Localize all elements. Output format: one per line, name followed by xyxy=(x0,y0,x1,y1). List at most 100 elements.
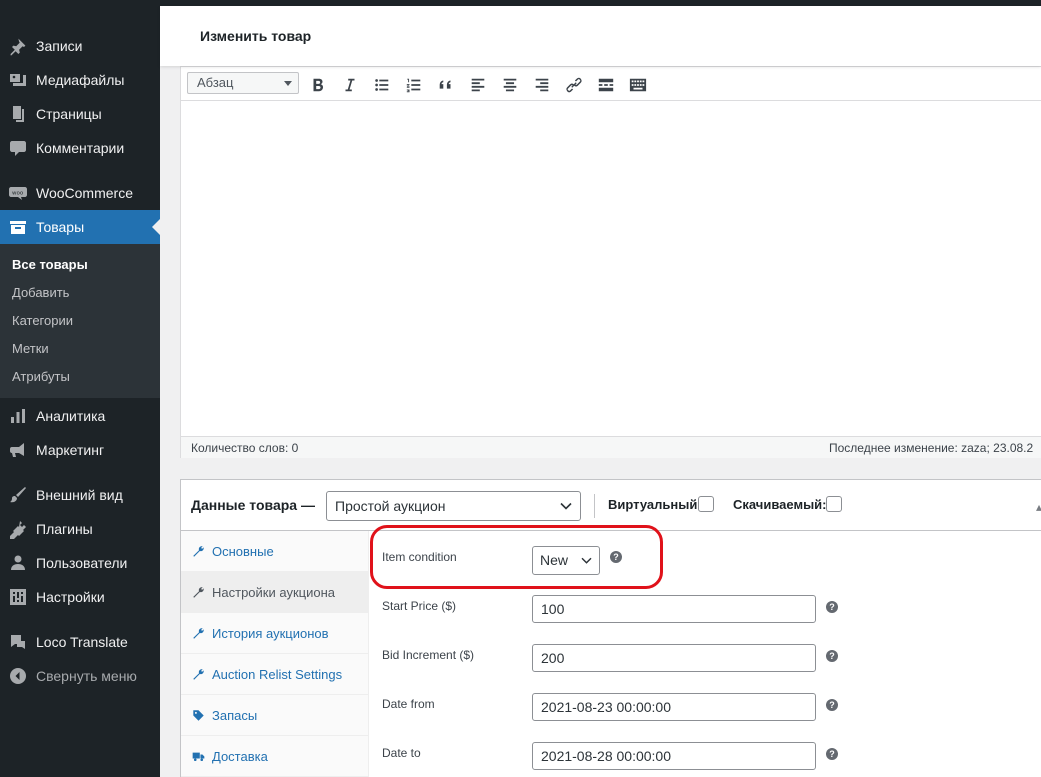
tag-icon xyxy=(192,709,212,722)
menu-item-pages[interactable]: Страницы xyxy=(0,97,160,131)
last-edited-info: Последнее изменение: zaza; 23.08.2 xyxy=(829,441,1034,455)
format-select[interactable]: Абзац xyxy=(187,72,299,94)
menu-label: Плагины xyxy=(36,521,93,537)
pages-icon xyxy=(0,104,36,124)
tab-general[interactable]: Основные xyxy=(181,531,369,572)
align-right-icon[interactable] xyxy=(530,73,554,97)
tab-auction-history[interactable]: История аукционов xyxy=(181,613,369,654)
menu-label: Свернуть меню xyxy=(36,668,137,684)
comments-icon xyxy=(0,138,36,158)
downloadable-label: Скачиваемый: xyxy=(733,497,827,512)
item-condition-select[interactable]: New xyxy=(532,546,600,575)
menu-label: Пользователи xyxy=(36,555,128,571)
admin-sidebar: Записи Медиафайлы Страницы Комментарии w… xyxy=(0,0,160,777)
menu-item-analytics[interactable]: Аналитика xyxy=(0,399,160,433)
italic-icon[interactable] xyxy=(338,73,362,97)
start-price-input[interactable]: 100 xyxy=(532,595,816,623)
bold-icon[interactable] xyxy=(306,73,330,97)
editor-toolbar: Абзац xyxy=(181,67,1041,101)
menu-item-appearance[interactable]: Внешний вид xyxy=(0,478,160,512)
menu-item-woocommerce[interactable]: woo WooCommerce xyxy=(0,176,160,210)
align-left-icon[interactable] xyxy=(466,73,490,97)
menu-item-settings[interactable]: Настройки xyxy=(0,580,160,614)
editor-status-bar: Количество слов: 0 Последнее изменение: … xyxy=(181,436,1041,458)
product-type-value: Простой аукцион xyxy=(335,498,446,514)
woocommerce-icon: woo xyxy=(0,183,36,203)
divider xyxy=(594,494,595,518)
analytics-icon xyxy=(0,406,36,426)
bid-increment-input[interactable]: 200 xyxy=(532,644,816,672)
menu-item-products[interactable]: Товары xyxy=(0,210,160,244)
collapse-menu-button[interactable]: Свернуть меню xyxy=(0,659,160,693)
wrench-icon xyxy=(192,668,212,681)
collapse-icon xyxy=(0,666,36,686)
virtual-label: Виртуальный: xyxy=(608,497,702,512)
wrench-icon xyxy=(192,627,212,640)
tab-label: Основные xyxy=(212,543,274,559)
tab-inventory[interactable]: Запасы xyxy=(181,695,369,736)
link-icon[interactable] xyxy=(562,73,586,97)
tab-label: Доставка xyxy=(212,748,268,764)
word-count: Количество слов: 0 xyxy=(191,441,299,455)
menu-item-marketing[interactable]: Маркетинг xyxy=(0,433,160,467)
svg-text:woo: woo xyxy=(12,191,24,197)
date-from-input[interactable]: 2021-08-23 00:00:00 xyxy=(532,693,816,721)
page-title: Изменить товар xyxy=(200,28,312,44)
menu-item-loco-translate[interactable]: Loco Translate xyxy=(0,625,160,659)
menu-label: Товары xyxy=(36,219,85,235)
wrench-icon xyxy=(192,586,212,599)
date-to-input[interactable]: 2021-08-28 00:00:00 xyxy=(532,742,816,770)
menu-label: Страницы xyxy=(36,106,102,122)
help-icon[interactable]: ? xyxy=(826,699,838,711)
item-condition-label: Item condition xyxy=(382,550,457,564)
help-icon[interactable]: ? xyxy=(826,748,838,760)
chevron-up-icon[interactable]: ▴ xyxy=(1036,500,1041,514)
tab-auction-settings[interactable]: Настройки аукциона xyxy=(181,572,369,613)
item-condition-value: New xyxy=(540,552,569,568)
page-header: Изменить товар xyxy=(160,6,1041,66)
downloadable-checkbox[interactable] xyxy=(826,496,842,512)
virtual-checkbox[interactable] xyxy=(698,496,714,512)
editor-textarea[interactable] xyxy=(181,102,1041,436)
format-select-value: Абзац xyxy=(197,75,234,90)
menu-item-posts[interactable]: Записи xyxy=(0,29,160,63)
pin-icon xyxy=(0,36,36,56)
align-center-icon[interactable] xyxy=(498,73,522,97)
quote-icon[interactable] xyxy=(434,73,458,97)
product-data-panel: Данные товара — Простой аукцион Виртуаль… xyxy=(180,479,1041,777)
date-from-label: Date from xyxy=(382,697,435,711)
read-more-icon[interactable] xyxy=(594,73,618,97)
submenu-categories[interactable]: Категории xyxy=(0,307,160,335)
menu-label: Аналитика xyxy=(36,408,106,424)
submenu-add-new[interactable]: Добавить xyxy=(0,279,160,307)
tab-shipping[interactable]: Доставка xyxy=(181,736,369,777)
toolbar-toggle-icon[interactable] xyxy=(626,73,650,97)
products-submenu: Все товары Добавить Категории Метки Атри… xyxy=(0,244,160,398)
numbered-list-icon[interactable] xyxy=(402,73,426,97)
tab-auction-relist[interactable]: Auction Relist Settings xyxy=(181,654,369,695)
menu-item-plugins[interactable]: Плагины xyxy=(0,512,160,546)
menu-label: WooCommerce xyxy=(36,185,133,201)
menu-item-users[interactable]: Пользователи xyxy=(0,546,160,580)
help-icon[interactable]: ? xyxy=(826,601,838,613)
product-type-select[interactable]: Простой аукцион xyxy=(326,491,581,521)
product-data-tabs: Основные Настройки аукциона История аукц… xyxy=(181,531,369,777)
submenu-tags[interactable]: Метки xyxy=(0,335,160,363)
megaphone-icon xyxy=(0,440,36,460)
help-icon[interactable]: ? xyxy=(610,551,622,563)
chevron-down-icon xyxy=(581,557,592,564)
settings-icon xyxy=(0,587,36,607)
menu-label: Loco Translate xyxy=(36,634,128,650)
translate-icon xyxy=(0,632,36,652)
bullet-list-icon[interactable] xyxy=(370,73,394,97)
date-to-label: Date to xyxy=(382,746,421,760)
help-icon[interactable]: ? xyxy=(826,650,838,662)
active-menu-arrow xyxy=(152,219,160,235)
content-editor: Абзац Количество слов: 0 Последнее измен… xyxy=(180,66,1041,458)
menu-item-comments[interactable]: Комментарии xyxy=(0,131,160,165)
menu-item-media[interactable]: Медиафайлы xyxy=(0,63,160,97)
plugins-icon xyxy=(0,519,36,539)
submenu-attributes[interactable]: Атрибуты xyxy=(0,363,160,391)
submenu-all-products[interactable]: Все товары xyxy=(0,251,160,279)
chevron-down-icon xyxy=(284,81,292,86)
